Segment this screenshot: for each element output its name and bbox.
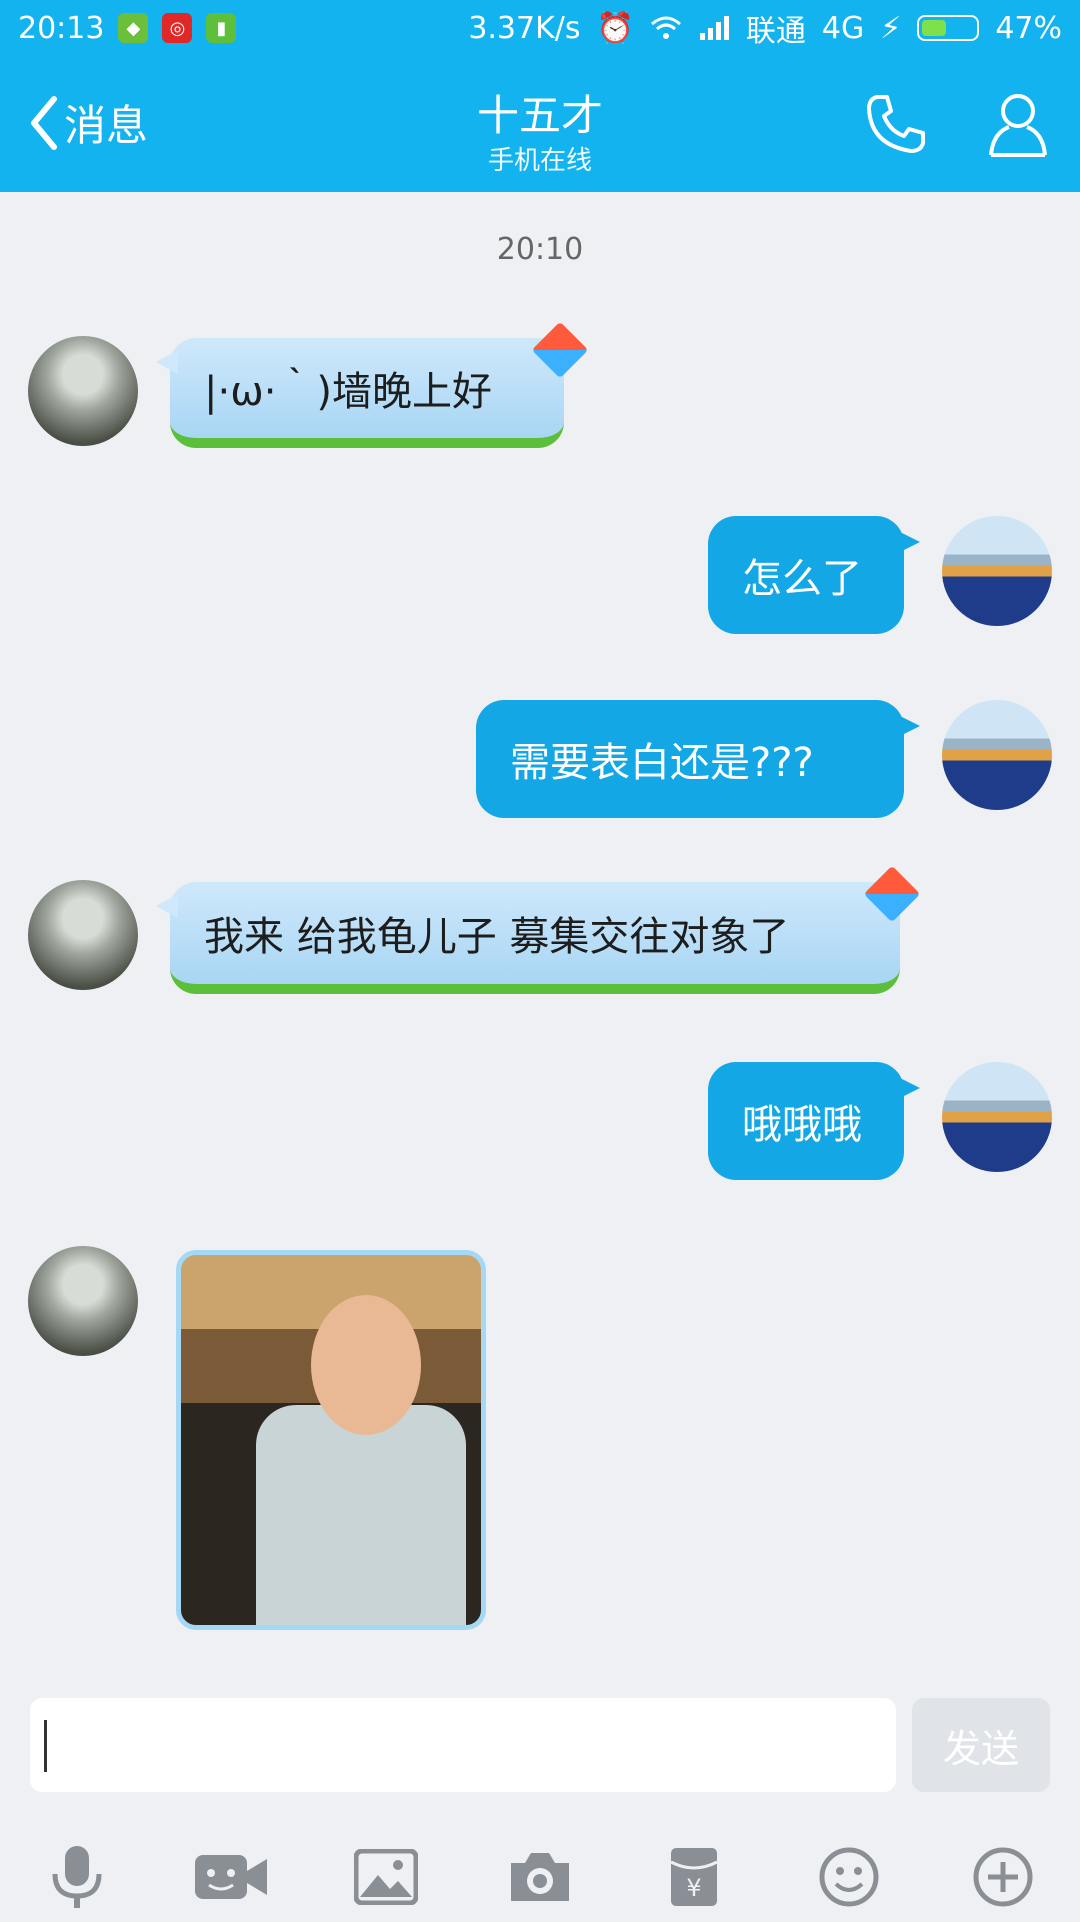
netease-music-icon: ◎ — [162, 13, 193, 43]
input-toolbar: ¥ — [0, 1832, 1080, 1922]
contact-avatar[interactable] — [28, 1246, 138, 1356]
message-text: |·ω·｀)墙晚上好 — [204, 369, 493, 415]
my-avatar[interactable] — [942, 1062, 1052, 1172]
battery-icon — [917, 15, 980, 41]
camera-icon[interactable] — [495, 1832, 585, 1922]
my-avatar[interactable] — [942, 700, 1052, 810]
chat-header: 消息 十五才 手机在线 — [0, 56, 1080, 192]
video-call-icon[interactable] — [186, 1832, 276, 1922]
my-avatar[interactable] — [942, 516, 1052, 626]
message-bubble-outgoing[interactable]: 需要表白还是??? — [476, 700, 920, 818]
message-text: 需要表白还是??? — [510, 740, 814, 786]
contact-avatar[interactable] — [28, 880, 138, 990]
red-packet-icon[interactable]: ¥ — [649, 1832, 739, 1922]
person-icon — [989, 94, 1047, 157]
message-text: 怎么了 — [742, 556, 862, 602]
input-bar: 发送 ¥ — [0, 1682, 1080, 1920]
network-type: 4G — [821, 10, 865, 46]
carrier: 联通 — [745, 14, 806, 49]
status-time: 20:13 — [18, 10, 105, 46]
microphone-icon[interactable] — [32, 1832, 122, 1922]
message-bubble-incoming[interactable]: |·ω·｀)墙晚上好 — [156, 338, 564, 448]
plus-icon[interactable] — [958, 1832, 1048, 1922]
emoji-icon[interactable] — [804, 1832, 894, 1922]
message-bubble-outgoing[interactable]: 怎么了 — [708, 516, 920, 634]
svg-text:¥: ¥ — [687, 1874, 702, 1902]
network-speed: 3.37K/s — [468, 10, 581, 46]
battery-percent: 47% — [995, 10, 1062, 46]
phone-icon — [867, 95, 925, 153]
shield-icon: ◆ — [118, 13, 149, 43]
text-caret — [44, 1720, 47, 1772]
wifi-icon — [650, 16, 681, 39]
send-button[interactable]: 发送 — [912, 1698, 1050, 1792]
image-icon[interactable] — [341, 1832, 431, 1922]
message-text: 哦哦哦 — [742, 1102, 862, 1148]
image-message[interactable] — [176, 1250, 486, 1630]
message-list[interactable]: 20:10 |·ω·｀)墙晚上好 怎么了 需要表白还是??? 我来 给我龟儿子 … — [0, 192, 1080, 1682]
message-text: 我来 给我龟儿子 募集交往对象了 — [204, 914, 790, 960]
alarm-icon: ⏰ — [596, 10, 634, 46]
message-input[interactable] — [30, 1698, 896, 1792]
contact-avatar[interactable] — [28, 336, 138, 446]
status-bar: 20:13 ◆ ◎ ▮ 3.37K/s ⏰ 联通 4G ⚡ 47% — [0, 0, 1080, 56]
message-bubble-outgoing[interactable]: 哦哦哦 — [708, 1062, 920, 1180]
charging-icon: ⚡ — [880, 10, 902, 46]
signal-icon — [699, 16, 729, 40]
message-bubble-incoming[interactable]: 我来 给我龟儿子 募集交往对象了 — [156, 882, 900, 994]
call-button[interactable] — [858, 86, 934, 162]
message-timestamp: 20:10 — [496, 232, 584, 267]
profile-button[interactable] — [980, 86, 1056, 162]
sim-icon: ▮ — [206, 13, 237, 43]
